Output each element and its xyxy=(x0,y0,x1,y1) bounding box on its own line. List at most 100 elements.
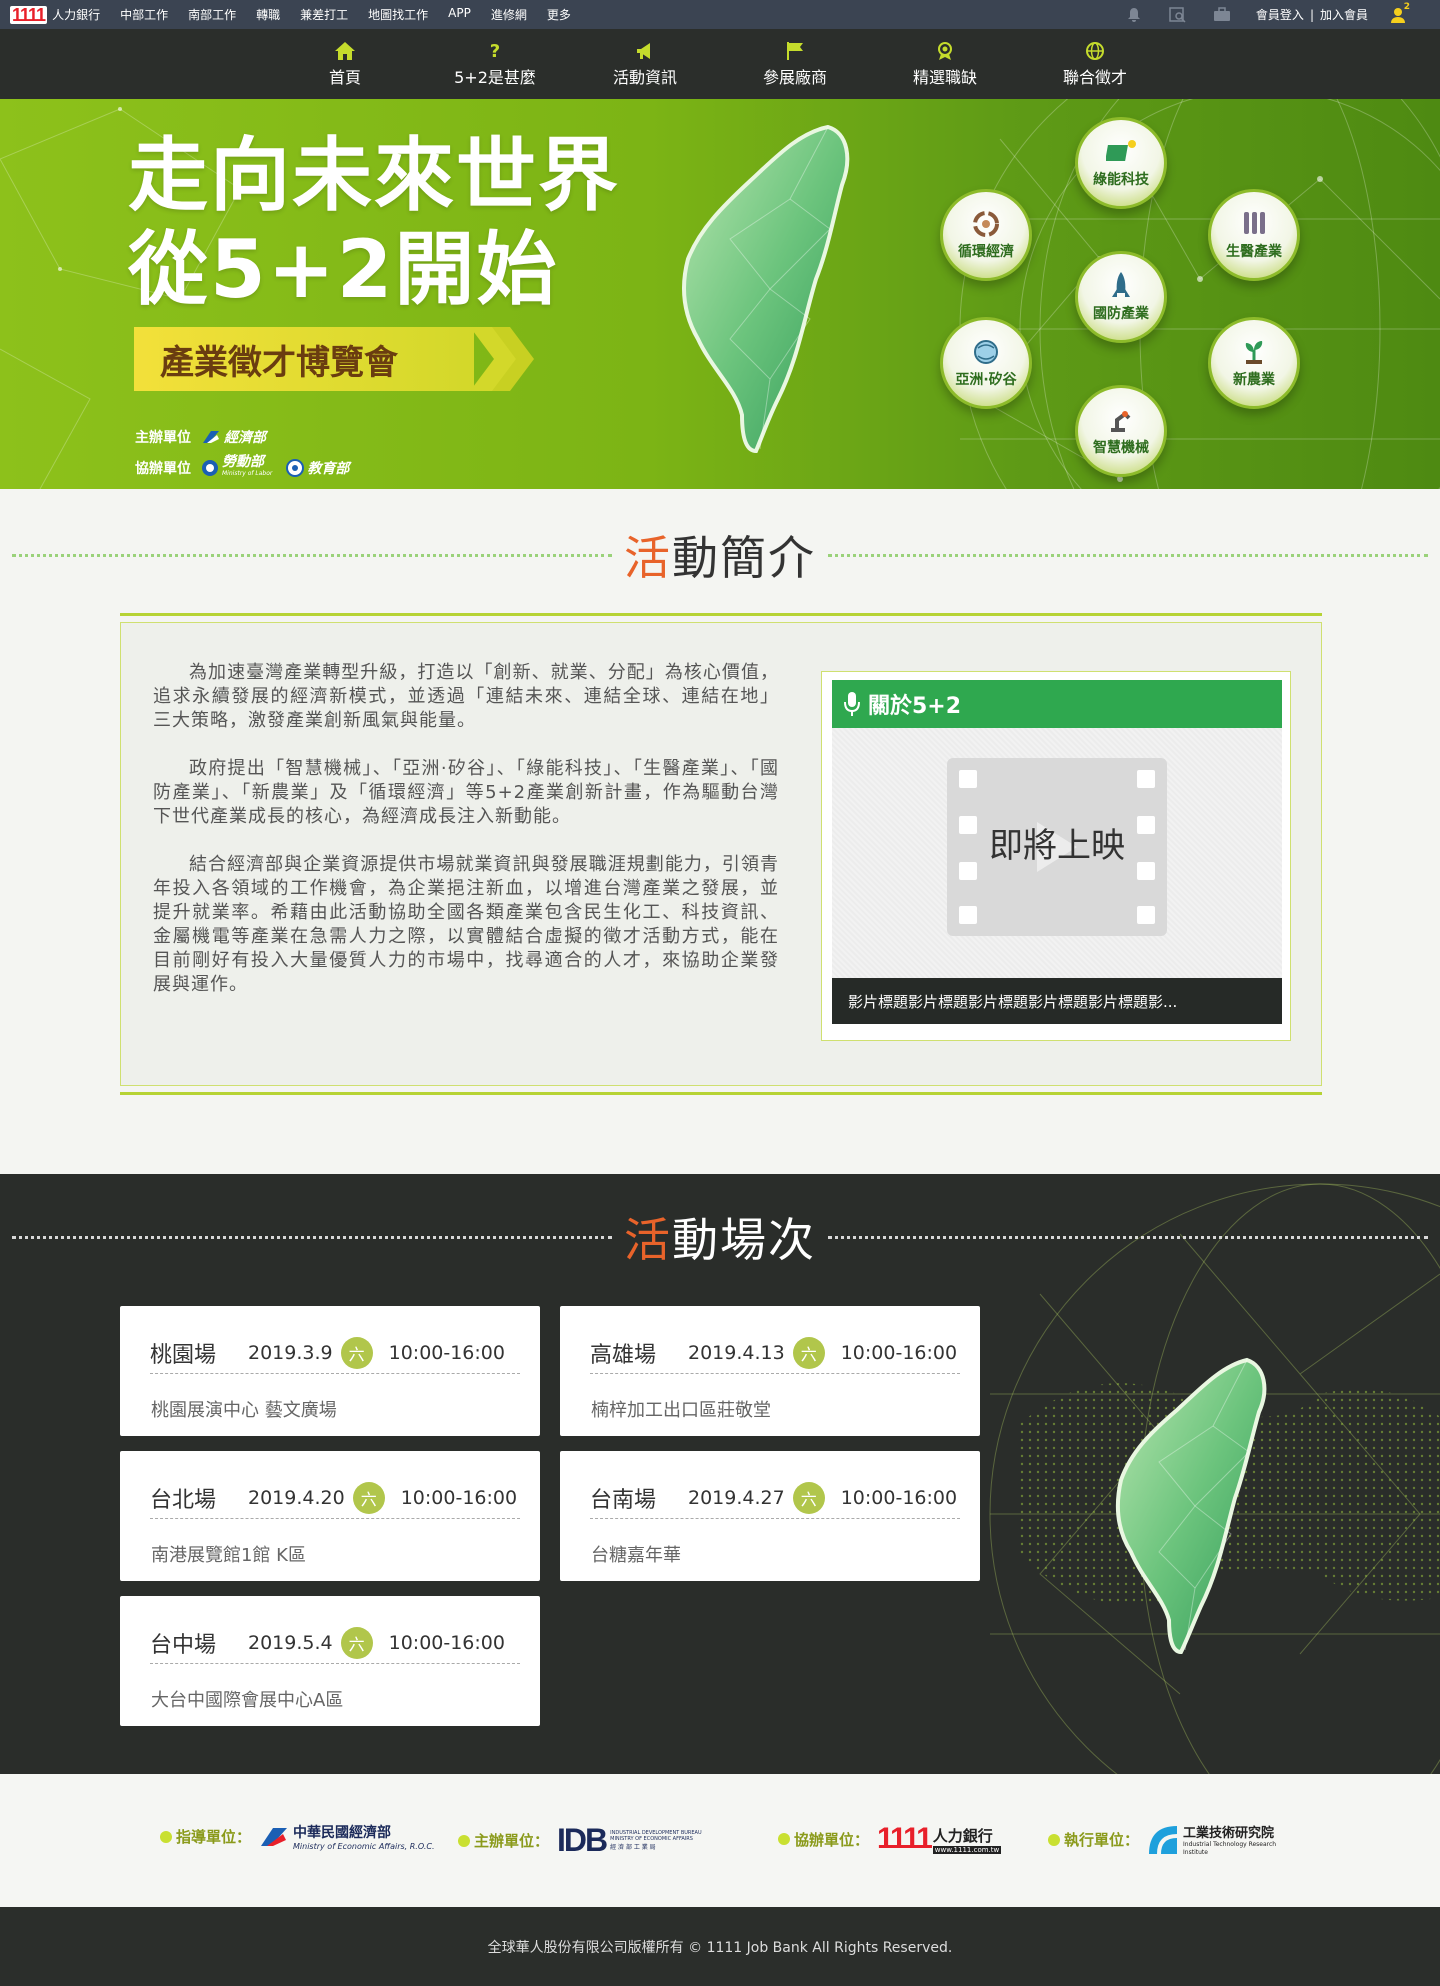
intro-paragraph: 結合經濟部與企業資源提供市場就業資訊與發展職涯規劃能力，引領青年投入各領域的工作… xyxy=(153,854,779,995)
session-card[interactable]: 台南場 2019.4.27 六 10:00-16:00 台糖嘉年華 xyxy=(560,1451,980,1581)
moea-logo[interactable]: 中華民國經濟部 Ministry of Economic Affairs, R.… xyxy=(259,1822,435,1851)
intro-paragraph: 為加速臺灣產業轉型升級，打造以「創新、就業、分配」為核心價值，追求永續發展的經濟… xyxy=(153,662,779,731)
industry-circular-economy[interactable]: 循環經濟 xyxy=(940,189,1032,281)
globe-icon xyxy=(1084,40,1106,62)
rocket-icon xyxy=(1102,271,1140,301)
session-time: 10:00-16:00 xyxy=(388,1341,505,1364)
nav-label: 聯合徵才 xyxy=(1062,68,1127,87)
nav-item-home[interactable]: 首頁 xyxy=(270,29,420,99)
co-org: 協辦單位 勞動部 Ministry of Labor 教育部 xyxy=(135,455,349,479)
top-link[interactable]: 轉職 xyxy=(256,6,280,23)
dotted-divider xyxy=(12,1235,612,1239)
dotted-divider xyxy=(12,553,612,557)
sponsor-executor: 執行單位： 工業技術研究院 Industrial Technology Rese… xyxy=(1048,1822,1277,1857)
top-link[interactable]: 更多 xyxy=(547,6,571,23)
nav-item-what-is[interactable]: ? 5+2是甚麼 xyxy=(420,29,570,99)
industry-green-energy[interactable]: 綠能科技 xyxy=(1075,117,1167,209)
session-weekday-badge: 六 xyxy=(792,1336,825,1369)
session-weekday-badge: 六 xyxy=(340,1626,373,1659)
nav-label: 精選職缺 xyxy=(912,68,977,87)
nav-item-events[interactable]: 活動資訊 xyxy=(570,29,720,99)
industry-defense[interactable]: 國防產業 xyxy=(1075,251,1167,343)
host-label: 主辦單位 xyxy=(135,430,191,446)
hero-banner: 走向未來世界 從5+2開始 產業徵才博覽會 主辦單位 經濟部 協辦單位 勞動部 … xyxy=(0,99,1440,489)
video-player[interactable]: 即將上映 xyxy=(832,728,1282,978)
session-date: 2019.4.20 xyxy=(248,1486,345,1509)
industry-smart-machinery[interactable]: 智慧機械 xyxy=(1075,385,1167,477)
taiwan-map-icon xyxy=(681,124,850,454)
banner-title: 走向未來世界 從5+2開始 xyxy=(128,129,620,317)
idb-logo[interactable]: IDB INDUSTRIAL DEVELOPMENT BUREAU MINIST… xyxy=(557,1822,712,1859)
itri-logo[interactable]: 工業技術研究院 Industrial Technology Research I… xyxy=(1147,1822,1277,1857)
top-link[interactable]: 兼差打工 xyxy=(300,6,348,23)
dotted-divider xyxy=(828,553,1428,557)
nav-item-joint-recruit[interactable]: 聯合徵才 xyxy=(1020,29,1170,99)
search-resume-icon[interactable] xyxy=(1164,6,1192,24)
industry-new-agriculture[interactable]: 新農業 xyxy=(1208,317,1300,409)
section-heading: 活動簡介 xyxy=(624,531,816,585)
section-heading: 活動場次 xyxy=(624,1213,816,1267)
session-weekday-badge: 六 xyxy=(792,1481,825,1514)
moe-logo: 教育部 xyxy=(286,458,349,478)
1111-logo[interactable]: 1111 人力銀行 www.1111.com.tw xyxy=(877,1822,1002,1856)
session-date: 2019.5.4 xyxy=(248,1631,333,1654)
industry-asia-silicon-valley[interactable]: 亞洲·矽谷 xyxy=(940,317,1032,409)
question-icon: ? xyxy=(489,40,501,62)
session-header: 台北場 2019.4.20 六 10:00-16:00 xyxy=(150,1477,520,1519)
sponsor-bar: 指導單位： 中華民國經濟部 Ministry of Economic Affai… xyxy=(0,1774,1440,1907)
nav-label: 5+2是甚麼 xyxy=(454,68,536,87)
coming-soon-text: 即將上映 xyxy=(989,826,1125,866)
recycle-icon xyxy=(967,209,1005,239)
session-venue: 台糖嘉年華 xyxy=(591,1545,681,1566)
top-bar: 1111 人力銀行 中部工作 南部工作 轉職 兼差打工 地圖找工作 APP 進修… xyxy=(0,0,1440,29)
video-caption[interactable]: 影片標題影片標題影片標題影片標題影片標題影... xyxy=(832,978,1282,1024)
schedule-section: 活動場次 桃園場 2019.3.9 六 10:00-16:00 桃園展演中心 藝… xyxy=(0,1174,1440,1774)
user-icon[interactable]: 2 xyxy=(1384,2,1412,24)
top-link[interactable]: 地圖找工作 xyxy=(368,6,428,23)
session-header: 台南場 2019.4.27 六 10:00-16:00 xyxy=(590,1477,960,1519)
main-nav: 首頁 ? 5+2是甚麼 活動資訊 參展廠商 精選職缺 聯合徵才 xyxy=(0,29,1440,99)
user-badge: 2 xyxy=(1403,1,1410,12)
session-city: 桃園場 xyxy=(150,1342,217,1368)
bullet-dot xyxy=(458,1834,470,1847)
co-label: 協辦單位 xyxy=(135,461,191,477)
bell-icon[interactable] xyxy=(1120,6,1148,24)
intro-box: 為加速臺灣產業轉型升級，打造以「創新、就業、分配」為核心價值，追求永續發展的經濟… xyxy=(120,613,1322,1095)
nav-item-jobs[interactable]: 精選職缺 xyxy=(870,29,1020,99)
flag-icon xyxy=(784,40,806,62)
signup-link[interactable]: 加入會員 xyxy=(1320,6,1368,23)
login-link[interactable]: 會員登入 xyxy=(1256,6,1304,23)
intro-panel: 為加速臺灣產業轉型升級，打造以「創新、就業、分配」為核心價值，追求永續發展的經濟… xyxy=(120,622,1322,1086)
moea-logo: 經濟部 xyxy=(201,427,266,447)
session-venue: 大台中國際會展中心A區 xyxy=(151,1690,344,1711)
top-link[interactable]: 中部工作 xyxy=(120,6,168,23)
session-time: 10:00-16:00 xyxy=(400,1486,518,1509)
bullet-dot xyxy=(160,1830,172,1843)
robot-arm-icon xyxy=(1102,405,1140,435)
session-venue: 桃園展演中心 藝文廣場 xyxy=(151,1400,337,1421)
nav-item-exhibitors[interactable]: 參展廠商 xyxy=(720,29,870,99)
session-card[interactable]: 桃園場 2019.3.9 六 10:00-16:00 桃園展演中心 藝文廣場 xyxy=(120,1306,540,1436)
top-link[interactable]: 南部工作 xyxy=(188,6,236,23)
home-icon xyxy=(334,40,356,62)
session-card[interactable]: 台中場 2019.5.4 六 10:00-16:00 大台中國際會展中心A區 xyxy=(120,1596,540,1726)
session-time: 10:00-16:00 xyxy=(840,1341,958,1364)
session-time: 10:00-16:00 xyxy=(840,1486,958,1509)
copyright-footer: 全球華人股份有限公司版權所有 © 1111 Job Bank All Right… xyxy=(0,1907,1440,1986)
session-weekday-badge: 六 xyxy=(340,1336,373,1369)
briefcase-icon[interactable] xyxy=(1208,6,1236,24)
logo-text: 人力銀行 xyxy=(52,8,101,22)
nav-label: 活動資訊 xyxy=(612,68,677,87)
industry-biomedical[interactable]: 生醫產業 xyxy=(1208,189,1300,281)
solar-panel-icon xyxy=(1102,137,1140,167)
top-links: 中部工作 南部工作 轉職 兼差打工 地圖找工作 APP 進修網 更多 xyxy=(110,6,581,23)
session-card[interactable]: 高雄場 2019.4.13 六 10:00-16:00 楠梓加工出口區莊敬堂 xyxy=(560,1306,980,1436)
schedule-section-title: 活動場次 xyxy=(0,1204,1440,1270)
session-city: 台北場 xyxy=(150,1487,217,1513)
double-arrow-icon xyxy=(470,327,534,391)
test-tubes-icon xyxy=(1235,209,1273,239)
site-logo[interactable]: 1111 人力銀行 xyxy=(10,5,101,24)
top-link[interactable]: APP xyxy=(448,6,471,23)
session-card[interactable]: 台北場 2019.4.20 六 10:00-16:00 南港展覽館1館 K區 xyxy=(120,1451,540,1581)
top-link[interactable]: 進修網 xyxy=(491,6,527,23)
